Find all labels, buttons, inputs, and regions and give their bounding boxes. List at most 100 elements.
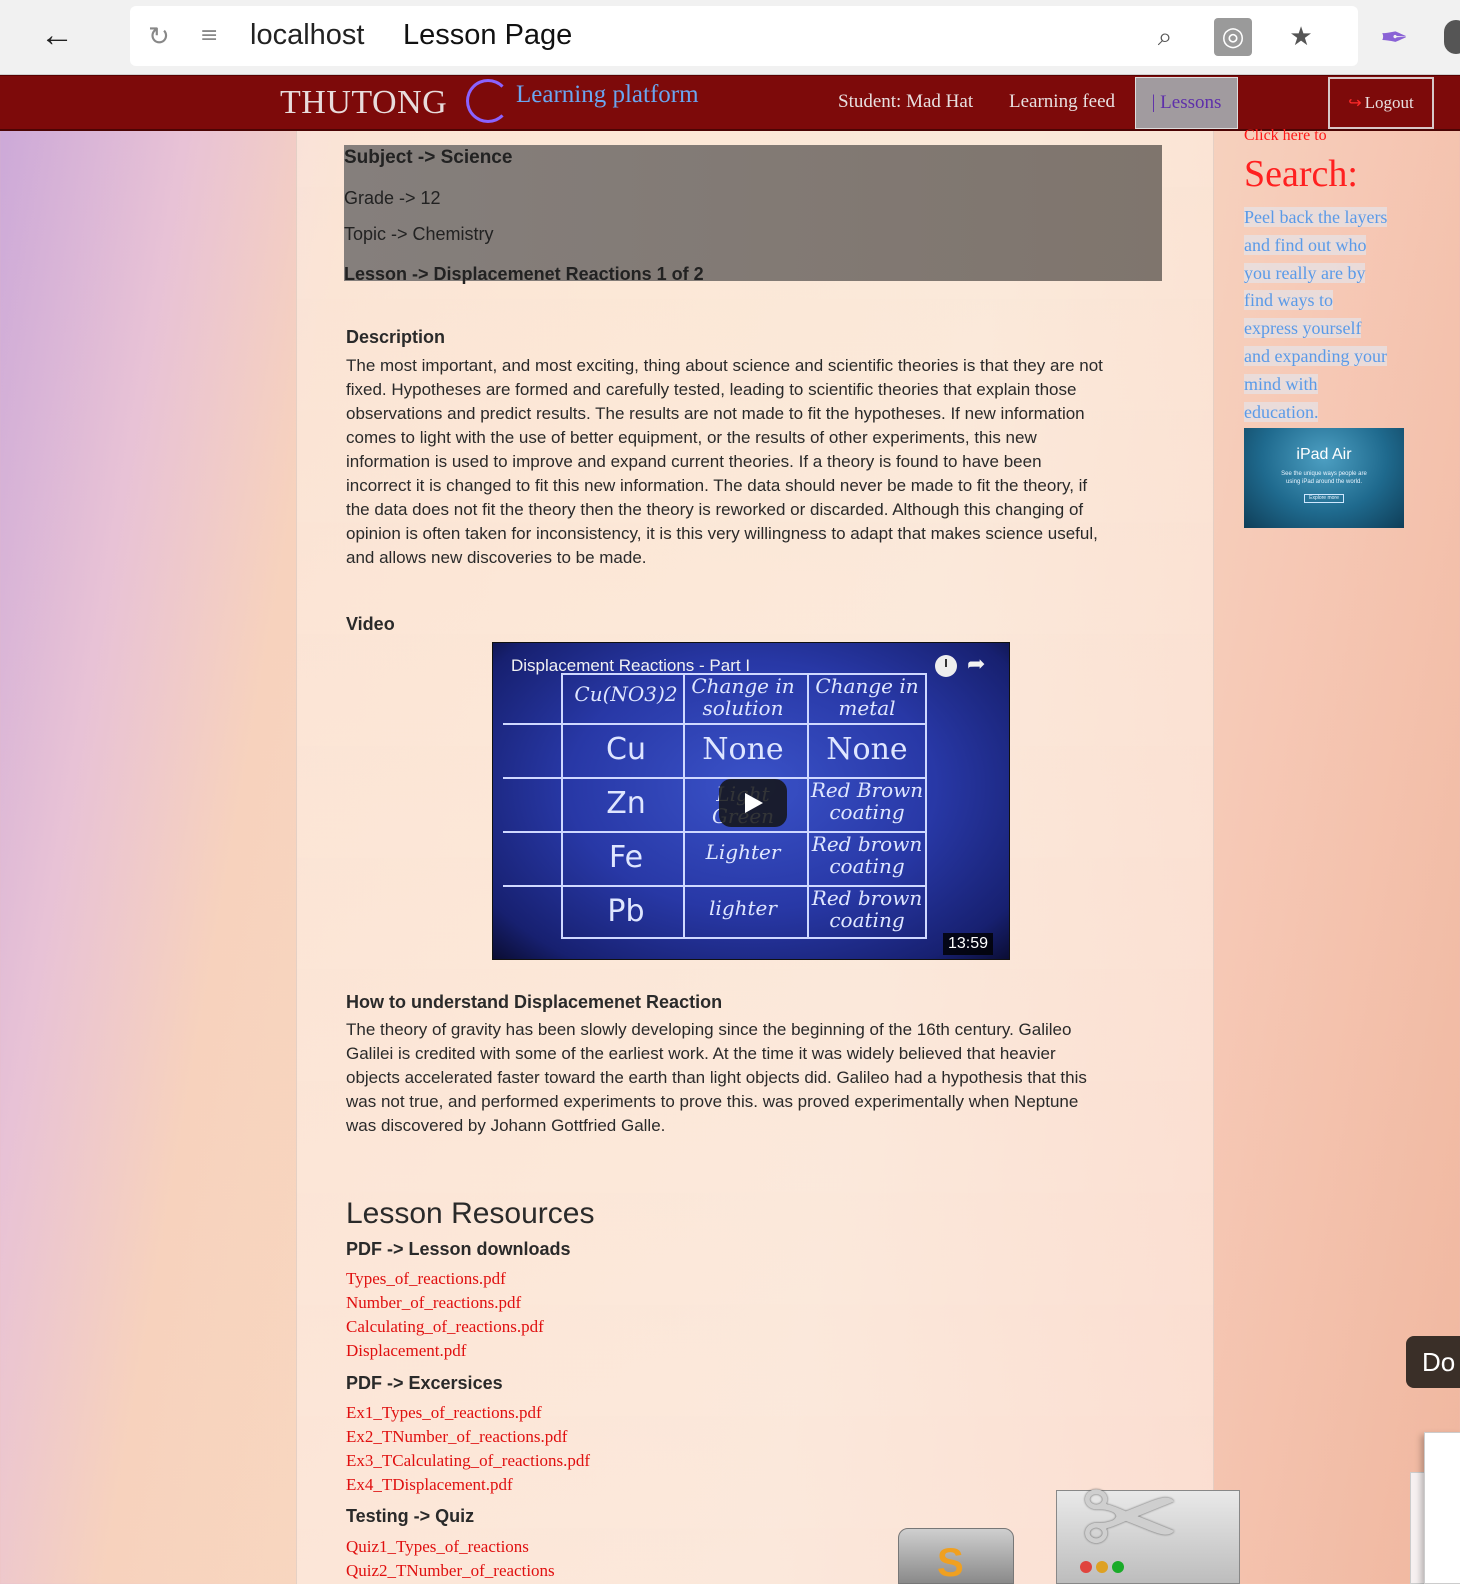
page-title: Lesson Page <box>403 19 573 51</box>
understand-line: objects accelerated faster toward the ea… <box>346 1068 1087 1087</box>
quiz-link[interactable]: Quiz2_TNumber_of_reactions <box>346 1560 555 1582</box>
search-prompt-link[interactable]: Click here to <box>1244 126 1327 146</box>
video-heading: Video <box>346 614 395 634</box>
brand-ring-icon <box>466 79 510 123</box>
address-bar[interactable]: ↻ ≡ localhost Lesson Page ⌕ ◎ ★ <box>130 6 1358 66</box>
ad-title: iPad Air <box>1296 446 1352 463</box>
search-page-icon[interactable]: ⌕ <box>1146 18 1184 56</box>
video-duration: 13:59 <box>943 933 994 955</box>
description-line: opinion is often taken for inconsistency… <box>346 524 1098 543</box>
meta-subject: Subject -> Science <box>344 147 513 168</box>
sidebar-line: Peel back the layers <box>1244 207 1388 227</box>
board-cell: None <box>826 732 908 767</box>
download-link[interactable]: Calculating_of_reactions.pdf <box>346 1316 544 1338</box>
description-line: information is used to improve and expan… <box>346 452 1042 471</box>
exercises-heading: PDF -> Excersices <box>346 1373 503 1393</box>
site-navbar: THUTONG Learning platform Student: Mad H… <box>0 75 1460 131</box>
description-line: comes to light with the use of better eq… <box>346 428 1037 447</box>
feather-icon[interactable]: ✒ <box>1380 18 1409 58</box>
exercise-link[interactable]: Ex3_TCalculating_of_reactions.pdf <box>346 1450 590 1472</box>
sidebar-line: education. <box>1244 401 1319 422</box>
description-line: observations and predict results. The re… <box>346 404 1085 423</box>
sidebar-text: Peel back the layers and find out who yo… <box>1244 204 1406 426</box>
logout-icon: ↪ <box>1348 93 1362 112</box>
logout-label: Logout <box>1364 93 1414 112</box>
play-button[interactable] <box>719 779 787 827</box>
meta-lesson: Lesson -> Displacemenet Reactions 1 of 2 <box>344 264 704 284</box>
understand-line: was discovered by Johann Gottfried Galle… <box>346 1116 666 1135</box>
logout-button[interactable]: ↪ Logout <box>1328 77 1434 129</box>
download-link[interactable]: Displacement.pdf <box>346 1340 466 1362</box>
description-text: The most important, and most exciting, t… <box>346 354 1166 570</box>
description-line: incorrect it is changed to fit this new … <box>346 476 1088 495</box>
understand-heading: How to understand Displacemenet Reaction <box>346 992 723 1012</box>
download-link[interactable]: Types_of_reactions.pdf <box>346 1268 506 1290</box>
watch-later-icon[interactable] <box>935 655 957 677</box>
dock-tooltip: Do <box>1406 1336 1460 1388</box>
description-line: and allows new discoveries to be made. <box>346 548 647 567</box>
understand-line: The theory of gravity has been slowly de… <box>346 1020 1072 1039</box>
board-cell: Pb <box>607 894 645 929</box>
exercise-link[interactable]: Ex1_Types_of_reactions.pdf <box>346 1402 542 1424</box>
description-line: the data does not fit the theory then th… <box>346 500 1084 519</box>
board-divider <box>503 723 925 725</box>
board-cell: Change in metal <box>815 674 919 720</box>
back-arrow-icon[interactable]: ← <box>40 18 84 54</box>
exercise-link[interactable]: Ex2_TNumber_of_reactions.pdf <box>346 1426 567 1448</box>
browser-toolbar: ← ↻ ≡ localhost Lesson Page ⌕ ◎ ★ ✒ <box>0 0 1460 75</box>
profile-icon[interactable] <box>1444 20 1460 54</box>
board-cell: lighter <box>709 896 777 920</box>
download-link[interactable]: Number_of_reactions.pdf <box>346 1292 521 1314</box>
sidebar-line: and find out who <box>1244 234 1367 255</box>
url-host: localhost <box>250 19 365 51</box>
bookmark-star-icon[interactable]: ★ <box>1282 18 1320 56</box>
quiz-heading: Testing -> Quiz <box>346 1506 475 1526</box>
description-heading: Description <box>346 327 446 347</box>
globe-icon[interactable]: ◎ <box>1214 18 1252 56</box>
board-cell: Red brown coating <box>811 832 923 878</box>
board-cell: Cu <box>606 732 646 767</box>
nav-learning-feed[interactable]: Learning feed <box>1009 90 1115 114</box>
understand-line: Galilei is credited with some of the ear… <box>346 1044 1056 1063</box>
downloads-heading: PDF -> Lesson downloads <box>346 1239 571 1259</box>
sublime-text-icon[interactable]: S <box>898 1528 1014 1584</box>
sidebar-line: find ways to <box>1244 290 1333 311</box>
understand-line: was not true, and performed experiments … <box>346 1092 1079 1111</box>
ad-button[interactable]: Explore more <box>1304 494 1344 503</box>
share-icon[interactable]: ➦ <box>967 651 985 679</box>
reload-icon[interactable]: ↻ <box>148 22 170 50</box>
nav-lessons[interactable]: | Lessons <box>1135 77 1238 129</box>
description-line: fixed. Hypotheses are formed and careful… <box>346 380 1077 399</box>
board-cell: None <box>702 732 784 767</box>
board-cell: Zn <box>606 786 646 821</box>
nav-student[interactable]: Student: Mad Hat <box>838 90 973 114</box>
exercise-link[interactable]: Ex4_TDisplacement.pdf <box>346 1474 513 1496</box>
description-line: The most important, and most exciting, t… <box>346 356 1103 375</box>
board-cell: Fe <box>608 840 644 875</box>
resources-heading: Lesson Resources <box>346 1197 595 1230</box>
board-cell: Red brown coating <box>811 886 923 932</box>
meta-grade: Grade -> 12 <box>344 188 441 208</box>
quiz-link[interactable]: Quiz1_Types_of_reactions <box>346 1536 529 1558</box>
window-buttons-icon <box>1080 1560 1128 1578</box>
sidebar-line: express yourself <box>1244 318 1362 339</box>
dock-document-icon[interactable] <box>1424 1432 1460 1584</box>
understand-text: The theory of gravity has been slowly de… <box>346 1018 1166 1138</box>
brand-logo[interactable]: THUTONG <box>280 82 447 124</box>
sidebar-line: you really are by <box>1244 262 1366 283</box>
lesson-meta: Subject -> Science Grade -> 12 Topic -> … <box>344 145 1162 284</box>
sidebar-line: and expanding your <box>1244 345 1387 366</box>
ad-copy: See the unique ways people are using iPa… <box>1281 471 1367 485</box>
video-player[interactable]: Cu(NO3)2 Change in solution Change in me… <box>492 642 1010 960</box>
brand-subtitle[interactable]: Learning platform <box>516 80 699 110</box>
board-cell: Cu(NO3)2 <box>574 682 678 706</box>
board-cell: Red Brown coating <box>810 778 924 824</box>
sidebar-line: mind with <box>1244 373 1318 394</box>
board-cell: Change in solution <box>691 674 795 720</box>
meta-topic: Topic -> Chemistry <box>344 224 494 244</box>
search-heading[interactable]: Search: <box>1244 152 1358 196</box>
ipad-ad-banner[interactable]: iPad Air See the unique ways people are … <box>1244 428 1404 528</box>
reader-view-icon[interactable]: ≡ <box>200 22 218 50</box>
video-title[interactable]: Displacement Reactions - Part I <box>511 655 750 677</box>
board-cell: Lighter <box>705 840 781 864</box>
